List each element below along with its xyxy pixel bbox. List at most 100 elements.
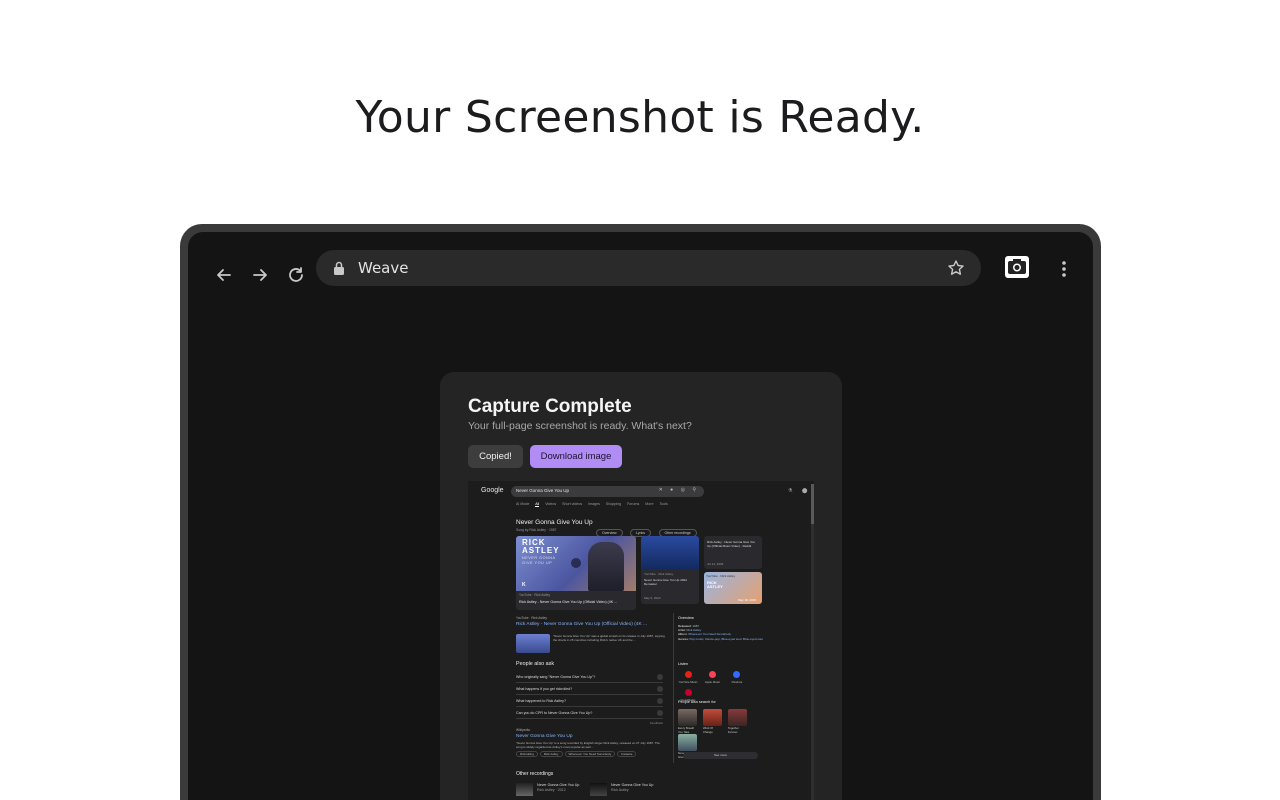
arrow-right-icon xyxy=(253,269,267,281)
copied-button[interactable]: Copied! xyxy=(468,445,523,468)
wiki-link: Karaoke xyxy=(617,751,637,758)
browser-window: Weave Capture Complete Your full-page sc… xyxy=(188,232,1093,800)
recording-item: Never Gonna Give You Up Rick Astley xyxy=(611,783,653,793)
youtube-music-icon xyxy=(684,671,692,678)
wiki-links: Rickrolling Rick Astley Whenever You Need … xyxy=(516,751,666,758)
result-thumbnail xyxy=(516,634,550,653)
tab-all: All xyxy=(535,502,540,507)
see-more-button: See more xyxy=(683,752,758,759)
wiki-link: Rickrolling xyxy=(516,751,538,758)
chevron-down-icon xyxy=(657,674,663,680)
wiki-link: Rick Astley xyxy=(539,751,563,758)
tab-more: More xyxy=(645,502,654,506)
preview-video-small-1 xyxy=(641,536,699,569)
paa-item: Can you do CPR to Never Gonna Give You U… xyxy=(516,707,663,719)
arrow-left-icon xyxy=(217,269,231,281)
forward-button[interactable] xyxy=(250,265,270,285)
recording-item: Never Gonna Give You Up Rick Astley · 20… xyxy=(537,783,579,793)
pas-item: Every Breath You Take xyxy=(678,709,697,734)
pas-thumbnail xyxy=(678,709,697,726)
preview-video-small-3: YouTube · Rick Astley RICK ASTLEY May 18… xyxy=(704,572,762,604)
google-logo: Google xyxy=(481,487,504,494)
chevron-down-icon xyxy=(657,698,663,704)
url-text: Weave xyxy=(358,259,409,277)
back-button[interactable] xyxy=(214,265,234,285)
small2-title: Rick Astley - Never Gonna Give You Up (O… xyxy=(707,540,756,548)
overview-row: Genres: Pop music, Dance-pop, Blue-eyed … xyxy=(678,637,763,641)
pas-title: People also search for xyxy=(678,700,716,704)
pas-label: Wind Of Change xyxy=(702,726,714,734)
paa-question: Who originally sang "Never Gonna Give Yo… xyxy=(516,675,596,679)
search-tools-icon: ✕ ● ◎ ⚲ xyxy=(658,487,699,493)
screenshot-preview[interactable]: Google Never Gonna Give You Up ✕ ● ◎ ⚲ ⚗… xyxy=(468,481,814,800)
preview-video-thumbnail: RICK ASTLEY NEVER GONNA GIVE YOU UP K xyxy=(516,536,636,591)
video-person-figure xyxy=(588,542,624,591)
tab-shopping: Shopping xyxy=(605,502,622,506)
apple-music-icon xyxy=(708,671,716,678)
paa-item: What happened to Rick Astley? xyxy=(516,695,663,707)
wiki-title: Never Gonna Give You Up xyxy=(516,734,573,739)
overview-value: Pop music, Dance-pop, Blue-eyed soul, Bl… xyxy=(689,636,763,641)
preview-tabs: AI Mode All Videos Short videos Images S… xyxy=(516,502,673,510)
dialog-title: Capture Complete xyxy=(468,396,632,417)
preview-scrollbar[interactable] xyxy=(811,484,814,800)
preview-video-small-2: Rick Astley - Never Gonna Give You Up (O… xyxy=(704,536,762,569)
listen-service: Pandora xyxy=(727,671,747,684)
paa-question: What happens if you get rickrolled? xyxy=(516,687,573,691)
paa-title: People also ask xyxy=(516,661,555,667)
small2-date: Jul 14, 2009 xyxy=(707,562,724,566)
camera-icon[interactable] xyxy=(1005,256,1029,278)
preview-search-text: Never Gonna Give You Up xyxy=(516,488,570,493)
preview-wiki-result: Wikipedia Never Gonna Give You Up "Never… xyxy=(516,728,666,758)
pas-item: Together Forever xyxy=(727,709,747,734)
lock-icon xyxy=(334,261,344,275)
chevron-down-icon xyxy=(657,686,663,692)
paa-question: Can you do CPR to Never Gonna Give You U… xyxy=(516,711,593,715)
people-also-ask: People also ask Who originally sang "Nev… xyxy=(516,661,663,725)
iheartradio-icon xyxy=(684,689,692,696)
browser-frame: Weave Capture Complete Your full-page sc… xyxy=(180,224,1101,800)
overview-key: Genres: xyxy=(678,636,689,641)
result-description: "Never Gonna Give You Up" was a global s… xyxy=(553,634,665,643)
result-source: YouTube · Rick Astley xyxy=(516,616,547,620)
result-title: Rick Astley - Never Gonna Give You Up (O… xyxy=(516,622,647,627)
recording-thumbnail xyxy=(590,783,607,796)
pas-label: Every Breath You Take xyxy=(678,726,695,734)
preview-overview: Overview Released: 1987 Artist: Rick Ast… xyxy=(678,616,763,641)
pas-thumbnail xyxy=(702,709,722,726)
paa-feedback: Feedback xyxy=(649,721,663,725)
preview-video-small-1-caption: YouTube · Rick Astley Never Gonna Give Y… xyxy=(641,569,699,604)
bookmark-star-icon[interactable] xyxy=(947,259,965,277)
pandora-icon xyxy=(733,671,741,678)
reload-button[interactable] xyxy=(286,265,306,285)
tab-images: Images xyxy=(588,502,600,506)
listen-title: Listen xyxy=(678,662,689,666)
other-recordings-title: Other recordings xyxy=(516,771,554,777)
listen-label: Pandora xyxy=(731,680,743,684)
address-bar[interactable]: Weave xyxy=(316,250,981,286)
paa-item: Who originally sang "Never Gonna Give Yo… xyxy=(516,671,663,683)
preview-kp-subtitle: Song by Rick Astley · 1987 xyxy=(516,528,557,532)
reload-icon xyxy=(289,267,303,282)
kebab-menu-icon[interactable] xyxy=(1061,260,1067,278)
preview-result: YouTube · Rick Astley Rick Astley - Neve… xyxy=(516,616,666,653)
apps-icon: ⚗ ⬤ xyxy=(788,488,812,494)
tab-tools: Tools xyxy=(659,502,668,506)
video-title-art: RICK ASTLEY xyxy=(522,538,560,555)
pas-thumbnail xyxy=(727,709,747,726)
small1-meta: YouTube · Rick Astley xyxy=(644,572,674,576)
recording-thumbnail xyxy=(516,783,533,796)
column-divider xyxy=(673,613,674,763)
video-badge: K xyxy=(522,582,526,588)
download-image-button[interactable]: Download image xyxy=(530,445,622,468)
recording-meta: Rick Astley · 2012 xyxy=(537,788,566,792)
paa-item: What happens if you get rickrolled? xyxy=(516,683,663,695)
pas-thumbnail xyxy=(678,734,697,752)
wiki-source: Wikipedia xyxy=(516,728,530,732)
tab-forums: Forums xyxy=(627,502,640,506)
overview-title: Overview xyxy=(678,616,694,620)
play-icon xyxy=(571,558,581,568)
small3-date: May 18, 2015 xyxy=(738,598,757,602)
preview-kp-title: Never Gonna Give You Up xyxy=(516,519,593,526)
recording-meta: Rick Astley xyxy=(611,788,629,792)
